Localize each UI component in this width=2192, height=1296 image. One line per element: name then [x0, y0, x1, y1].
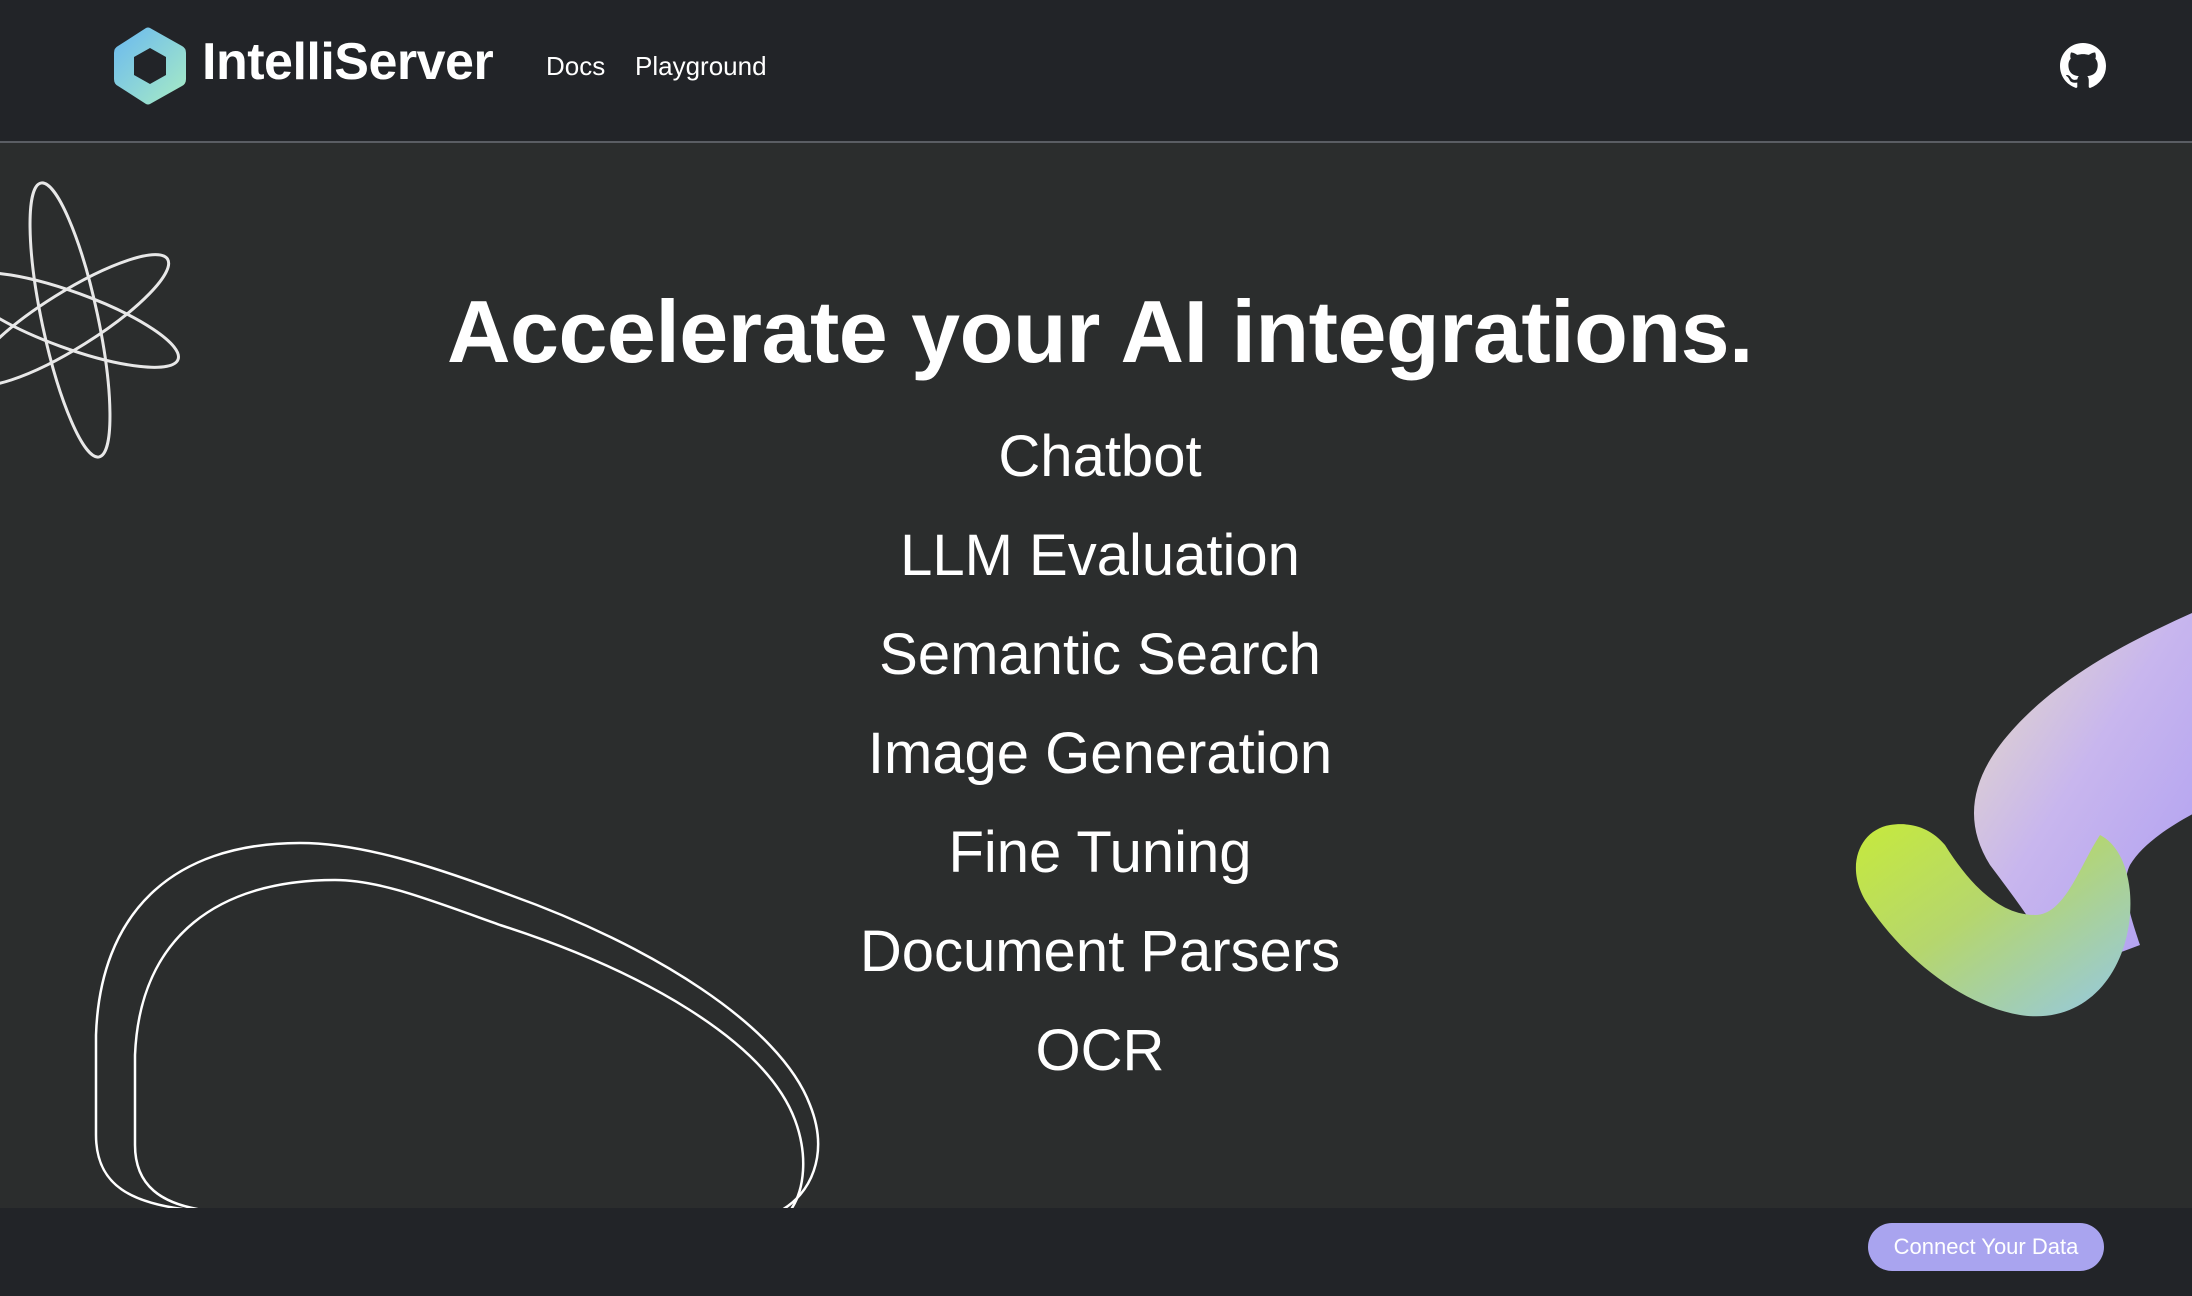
brand-name[interactable]: IntelliServer [202, 28, 494, 96]
nav-link-playground[interactable]: Playground [635, 48, 767, 84]
feature-item-llm-evaluation: LLM Evaluation [900, 523, 1300, 588]
hero-section: Accelerate your AI integrations. Chatbot… [0, 145, 2192, 1208]
feature-item-ocr: OCR [1035, 1018, 1165, 1083]
hexagon-logo-icon[interactable] [110, 26, 190, 106]
feature-item-document-parsers: Document Parsers [859, 919, 1341, 984]
feature-item-image-generation: Image Generation [867, 721, 1333, 786]
feature-item-chatbot: Chatbot [998, 424, 1202, 489]
feature-item-fine-tuning: Fine Tuning [948, 820, 1252, 885]
top-navigation-bar: IntelliServer Docs Playground [0, 0, 2192, 143]
feature-list: Chatbot LLM Evaluation Semantic Search I… [0, 407, 2192, 1100]
bottom-bar: Connect Your Data [0, 1208, 2192, 1296]
connect-your-data-button[interactable]: Connect Your Data [1868, 1223, 2104, 1271]
nav-link-docs[interactable]: Docs [546, 48, 605, 84]
github-icon[interactable] [2060, 43, 2106, 89]
feature-item-semantic-search: Semantic Search [879, 622, 1321, 687]
hero-headline: Accelerate your AI integrations. [446, 282, 1754, 381]
